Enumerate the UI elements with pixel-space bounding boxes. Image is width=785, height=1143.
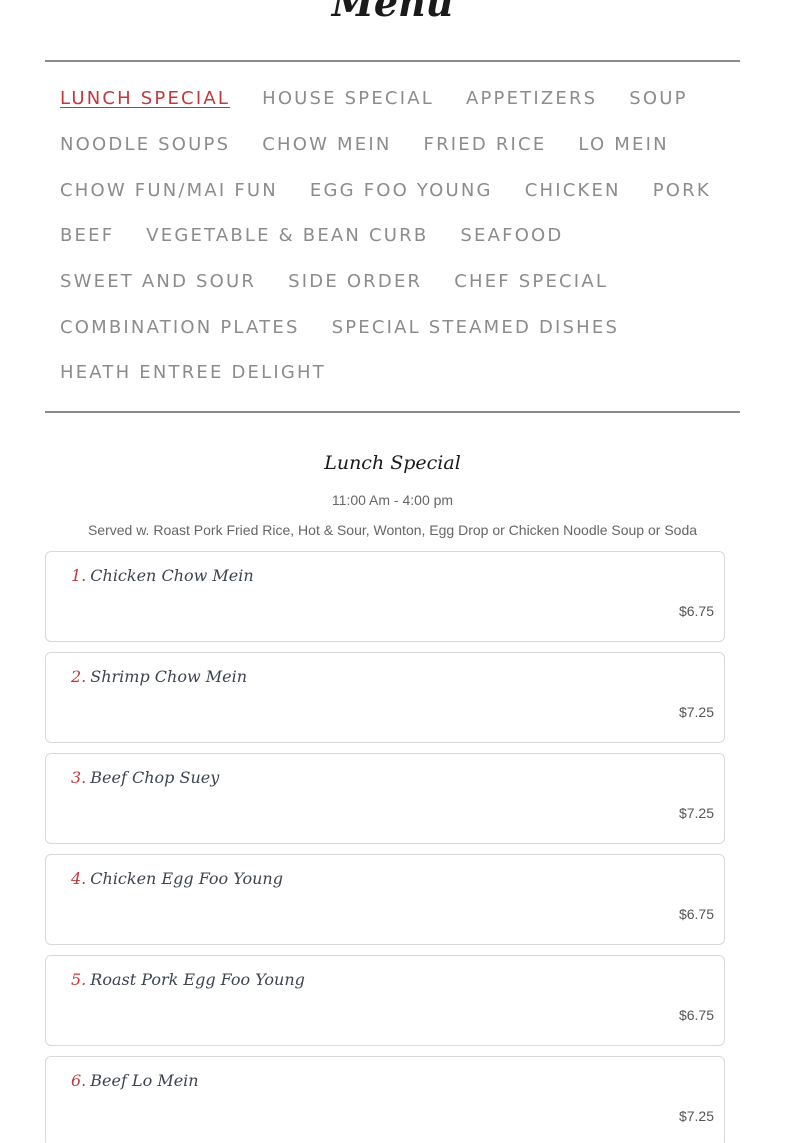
nav-link-chicken[interactable]: CHICKEN	[525, 180, 621, 201]
nav-row: COMBINATION PLATES SPECIAL STEAMED DISHES	[60, 304, 740, 350]
nav-link-house-special[interactable]: HOUSE SPECIAL	[262, 88, 434, 109]
menu-item-name: Roast Pork Egg Foo Young	[90, 970, 305, 989]
menu-item-card[interactable]: 2. Shrimp Chow Mein $7.25	[45, 652, 725, 743]
nav-link-seafood[interactable]: SEAFOOD	[460, 225, 563, 246]
nav-link-special-steamed-dishes[interactable]: SPECIAL STEAMED DISHES	[332, 317, 620, 338]
menu-item-name: Beef Chop Suey	[90, 768, 220, 787]
nav-row: NOODLE SOUPS CHOW MEIN FRIED RICE LO MEIN	[60, 122, 740, 168]
nav-link-egg-foo-young[interactable]: EGG FOO YOUNG	[310, 180, 493, 201]
menu-item-card[interactable]: 1. Chicken Chow Mein $6.75	[45, 551, 725, 642]
menu-item-card[interactable]: 6. Beef Lo Mein $7.25	[45, 1056, 725, 1143]
category-nav: LUNCH SPECIAL HOUSE SPECIAL APPETIZERS SOUP…	[60, 76, 740, 396]
menu-item-price: $6.75	[678, 906, 714, 922]
menu-item-name: Chicken Chow Mein	[90, 566, 254, 585]
menu-item-price: $7.25	[678, 704, 714, 720]
nav-link-beef[interactable]: BEEF	[60, 225, 114, 246]
menu-item-heading: 2. Shrimp Chow Mein	[71, 667, 247, 686]
nav-row: CHOW FUN/MAI FUN EGG FOO YOUNG CHICKEN PORK	[60, 167, 740, 213]
nav-link-soup[interactable]: SOUP	[629, 88, 687, 109]
nav-link-chow-mein[interactable]: CHOW MEIN	[262, 134, 391, 155]
menu-item-card[interactable]: 3. Beef Chop Suey $7.25	[45, 753, 725, 844]
menu-item-name: Beef Lo Mein	[90, 1071, 199, 1090]
nav-link-lunch-special[interactable]: LUNCH SPECIAL	[60, 88, 230, 109]
nav-row: LUNCH SPECIAL HOUSE SPECIAL APPETIZERS SOUP	[60, 76, 740, 122]
nav-top-divider	[45, 60, 740, 62]
nav-row: BEEF VEGETABLE & BEAN CURB SEAFOOD	[60, 213, 740, 259]
menu-item-number: 6.	[71, 1071, 87, 1090]
menu-item-price: $7.25	[678, 805, 714, 821]
nav-link-side-order[interactable]: SIDE ORDER	[288, 271, 422, 292]
nav-link-lo-mein[interactable]: LO MEIN	[578, 134, 668, 155]
nav-row: SWEET AND SOUR SIDE ORDER CHEF SPECIAL	[60, 259, 740, 305]
nav-link-chef-special[interactable]: CHEF SPECIAL	[454, 271, 608, 292]
menu-item-price: $6.75	[678, 603, 714, 619]
menu-item-number: 5.	[71, 970, 87, 989]
menu-item-heading: 6. Beef Lo Mein	[71, 1071, 199, 1090]
menu-item-name: Chicken Egg Foo Young	[90, 869, 283, 888]
menu-item-name: Shrimp Chow Mein	[90, 667, 248, 686]
nav-link-heath-entree-delight[interactable]: HEATH ENTREE DELIGHT	[60, 362, 326, 383]
menu-item-heading: 4. Chicken Egg Foo Young	[71, 869, 283, 888]
nav-link-vegetable-bean-curb[interactable]: VEGETABLE & BEAN CURB	[146, 225, 428, 246]
menu-item-number: 2.	[71, 667, 87, 686]
menu-item-card[interactable]: 4. Chicken Egg Foo Young $6.75	[45, 854, 725, 945]
menu-item-number: 1.	[71, 566, 87, 585]
menu-item-number: 4.	[71, 869, 87, 888]
menu-item-card[interactable]: 5. Roast Pork Egg Foo Young $6.75	[45, 955, 725, 1046]
menu-item-price: $7.25	[678, 1108, 714, 1124]
nav-link-appetizers[interactable]: APPETIZERS	[466, 88, 597, 109]
nav-link-chow-fun-mai-fun[interactable]: CHOW FUN/MAI FUN	[60, 180, 278, 201]
nav-link-combination-plates[interactable]: COMBINATION PLATES	[60, 317, 300, 338]
page-title: Menu	[331, 0, 454, 25]
nav-link-noodle-soups[interactable]: NOODLE SOUPS	[60, 134, 230, 155]
menu-item-heading: 1. Chicken Chow Mein	[71, 566, 254, 585]
menu-item-number: 3.	[71, 768, 87, 787]
menu-item-heading: 5. Roast Pork Egg Foo Young	[71, 970, 305, 989]
menu-item-heading: 3. Beef Chop Suey	[71, 768, 219, 787]
nav-link-fried-rice[interactable]: FRIED RICE	[424, 134, 547, 155]
section-title: Lunch Special	[324, 452, 461, 474]
nav-link-sweet-and-sour[interactable]: SWEET AND SOUR	[60, 271, 256, 292]
nav-row: HEATH ENTREE DELIGHT	[60, 350, 740, 396]
section-note: Served w. Roast Pork Fried Rice, Hot & S…	[87, 522, 698, 538]
nav-bottom-divider	[45, 411, 740, 413]
nav-link-pork[interactable]: PORK	[653, 180, 711, 201]
section-hours: 11:00 Am - 4:00 pm	[331, 492, 454, 508]
menu-item-list: 1. Chicken Chow Mein $6.75 2. Shrimp Chow Me…	[45, 551, 725, 1143]
menu-item-price: $6.75	[678, 1007, 714, 1023]
